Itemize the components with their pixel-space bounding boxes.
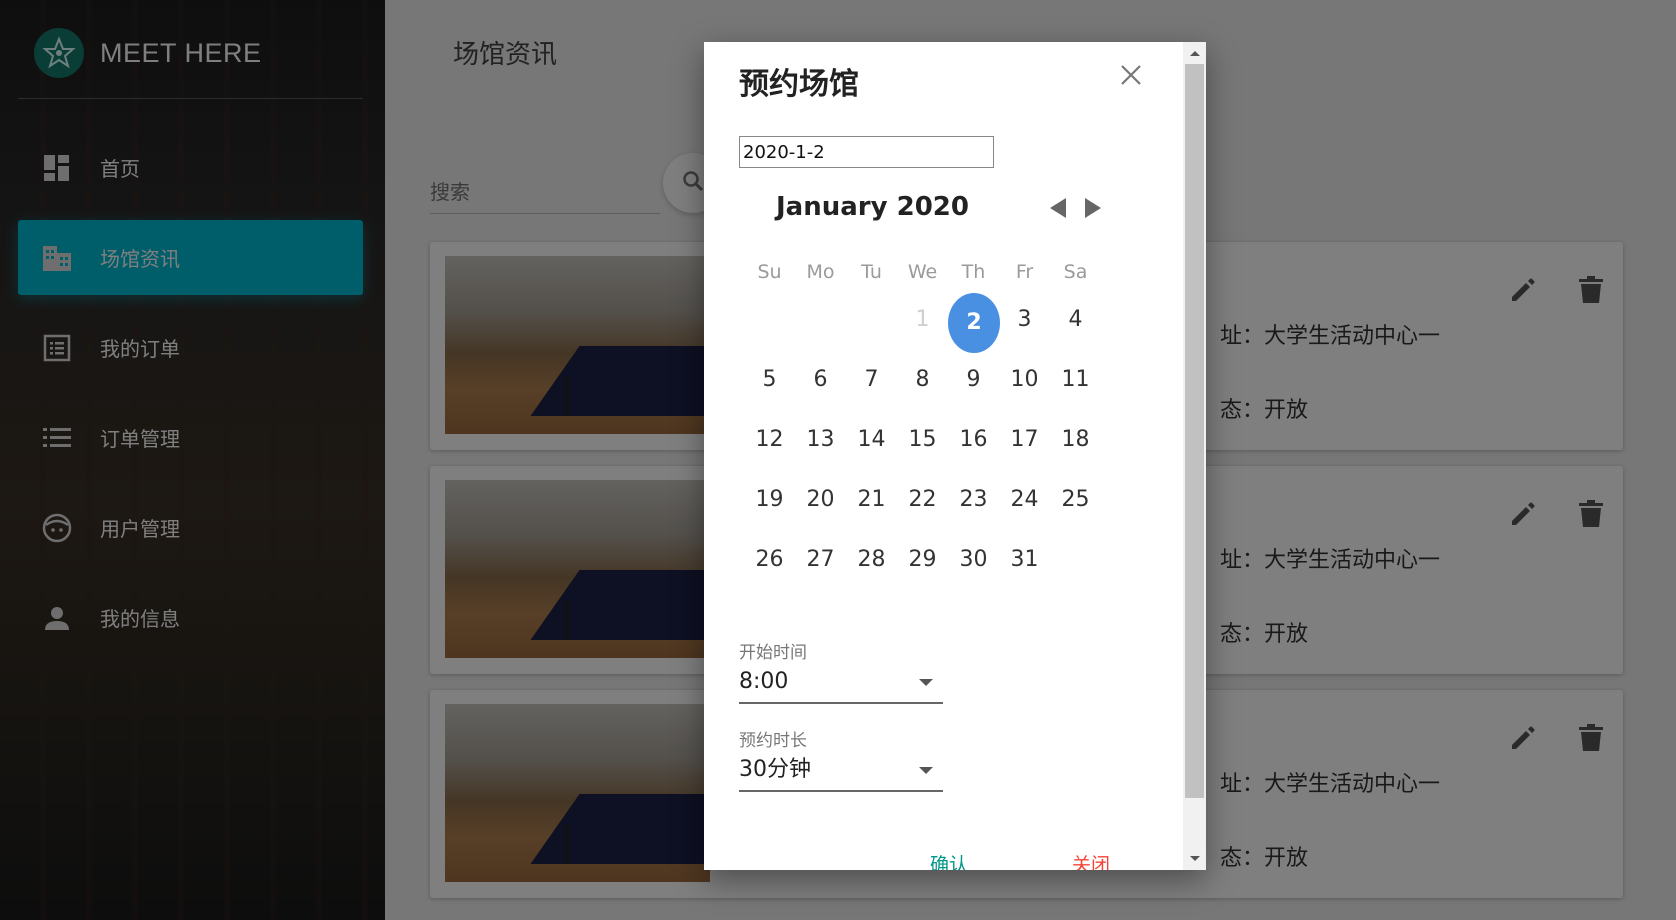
- weekday-label: Tu: [861, 261, 882, 283]
- calendar-week: 19 20 21 22 23 24 25: [744, 470, 1101, 530]
- weekday-label: Sa: [1063, 261, 1088, 283]
- calendar-day[interactable]: 27: [795, 533, 846, 587]
- calendar-empty-cell: [846, 293, 897, 347]
- triangle-left-icon: [1050, 198, 1066, 222]
- calendar-day[interactable]: 20: [795, 473, 846, 527]
- calendar-day[interactable]: 13: [795, 413, 846, 467]
- calendar-day[interactable]: 6: [795, 353, 846, 407]
- start-time-select[interactable]: 8:00: [739, 662, 943, 704]
- calendar-day[interactable]: 29: [897, 533, 948, 587]
- selected-day: 2: [948, 293, 1000, 353]
- calendar-day[interactable]: 19: [744, 473, 795, 527]
- calendar-day[interactable]: 26: [744, 533, 795, 587]
- caret-down-icon: [919, 679, 933, 686]
- calendar-grid: Su Mo Tu We Th Fr Sa 1 2 3 4 5 6 7 8 9 10 11 12 13 14 15 16 17 1…: [744, 254, 1101, 590]
- calendar-day[interactable]: 1: [897, 293, 948, 347]
- weekday-label: Fr: [1015, 261, 1034, 283]
- next-month-button[interactable]: [1081, 198, 1105, 222]
- calendar-day[interactable]: 17: [999, 413, 1050, 467]
- calendar-empty-cell: [795, 293, 846, 347]
- dialog-scrollbar[interactable]: [1183, 42, 1206, 870]
- close-button[interactable]: 关闭: [1072, 850, 1110, 870]
- calendar-day[interactable]: 30: [948, 533, 999, 587]
- calendar-day[interactable]: 5: [744, 353, 795, 407]
- scroll-thumb[interactable]: [1185, 64, 1204, 798]
- scroll-up-icon[interactable]: [1190, 51, 1200, 56]
- scroll-down-icon[interactable]: [1190, 856, 1200, 861]
- prev-month-button[interactable]: [1046, 198, 1070, 222]
- calendar-day[interactable]: 24: [999, 473, 1050, 527]
- close-icon: [1120, 64, 1142, 90]
- calendar-day[interactable]: 22: [897, 473, 948, 527]
- calendar-empty-cell: [1050, 533, 1101, 587]
- calendar-day[interactable]: 14: [846, 413, 897, 467]
- calendar-day[interactable]: 8: [897, 353, 948, 407]
- weekday-header: Su Mo Tu We Th Fr Sa: [744, 254, 1101, 290]
- calendar-week: 5 6 7 8 9 10 11: [744, 350, 1101, 410]
- calendar-day[interactable]: 4: [1050, 293, 1101, 347]
- duration-label: 预约时长: [739, 731, 807, 751]
- calendar-month-label: January 2020: [776, 192, 969, 222]
- calendar-day[interactable]: 9: [948, 353, 999, 407]
- calendar-day[interactable]: 7: [846, 353, 897, 407]
- duration-select[interactable]: 30分钟: [739, 750, 943, 792]
- date-input[interactable]: [739, 136, 994, 168]
- calendar-day[interactable]: 18: [1050, 413, 1101, 467]
- calendar-day[interactable]: 25: [1050, 473, 1101, 527]
- booking-dialog: 预约场馆 January 2020 SuMoTuWeThFrSa12345678…: [704, 42, 1206, 870]
- triangle-right-icon: [1085, 198, 1101, 222]
- calendar-week: 1234: [744, 290, 1101, 353]
- calendar-day[interactable]: 10: [999, 353, 1050, 407]
- calendar-day[interactable]: 23: [948, 473, 999, 527]
- start-time-label: 开始时间: [739, 643, 807, 663]
- calendar-day[interactable]: 31: [999, 533, 1050, 587]
- weekday-label: Mo: [806, 261, 835, 283]
- calendar-empty-cell: [744, 293, 795, 347]
- calendar-day[interactable]: 3: [999, 293, 1050, 347]
- calendar-week: 26 27 28 29 30 31: [744, 530, 1101, 590]
- calendar-day[interactable]: 2: [948, 293, 1000, 353]
- close-dialog-button[interactable]: [1114, 60, 1148, 94]
- weekday-label: We: [907, 261, 938, 283]
- calendar-day[interactable]: 21: [846, 473, 897, 527]
- calendar-week: 12 13 14 15 16 17 18: [744, 410, 1101, 470]
- dialog-title: 预约场馆: [739, 67, 859, 102]
- start-time-value: 8:00: [739, 669, 789, 694]
- caret-down-icon: [919, 767, 933, 774]
- confirm-button[interactable]: 确认: [930, 850, 968, 870]
- calendar-day[interactable]: 15: [897, 413, 948, 467]
- calendar-day[interactable]: 16: [948, 413, 999, 467]
- weekday-label: Th: [961, 261, 986, 283]
- calendar-day[interactable]: 12: [744, 413, 795, 467]
- weekday-label: Su: [757, 261, 782, 283]
- calendar-day[interactable]: 28: [846, 533, 897, 587]
- calendar-day[interactable]: 11: [1050, 353, 1101, 407]
- duration-value: 30分钟: [739, 757, 811, 782]
